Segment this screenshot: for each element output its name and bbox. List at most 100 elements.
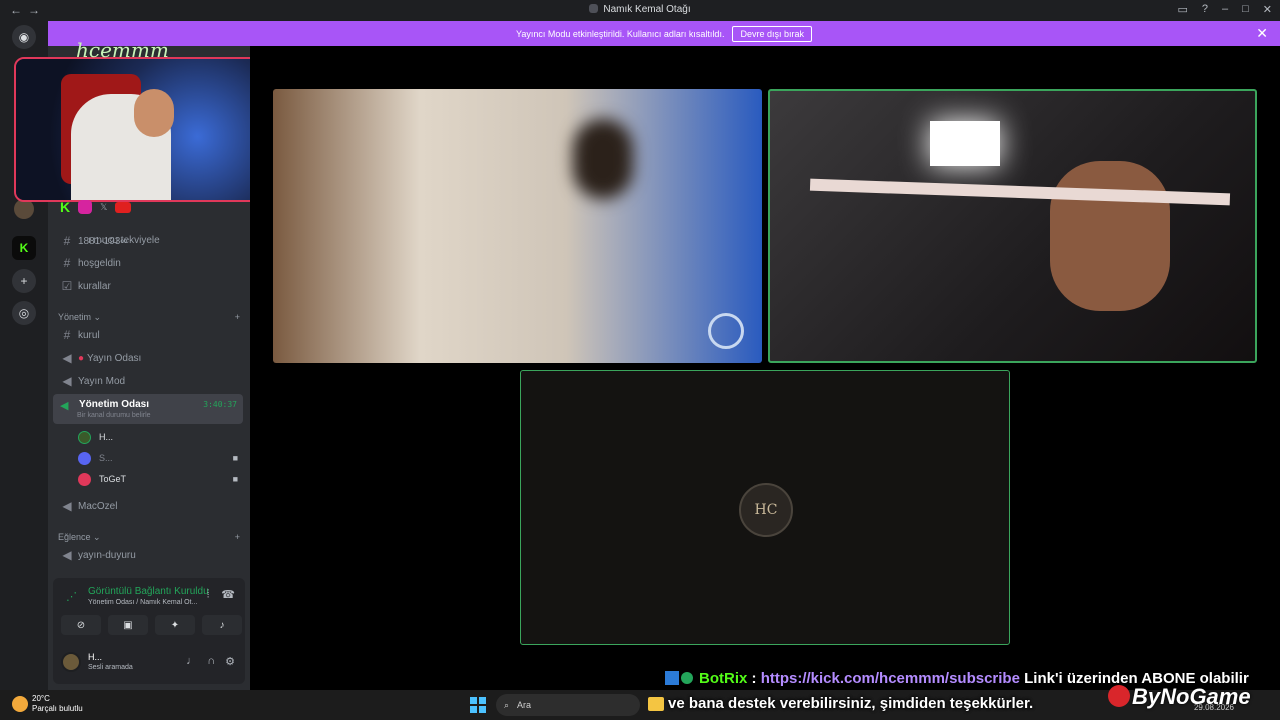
noise-suppression-icon[interactable]: ⦙ <box>207 588 209 601</box>
channel-yayin-mod[interactable]: ◀ Yayın Mod <box>60 371 242 391</box>
window-title: Namık Kemal Otağı <box>0 4 1280 15</box>
search-label: Ara <box>517 700 532 710</box>
camera-icon: ■ <box>232 453 238 463</box>
settings-gear-icon[interactable]: ⚙ <box>225 655 235 668</box>
channel-kurul[interactable]: # kurul <box>60 325 242 345</box>
overlay-line2: ve bana destek verebilirsiniz, şimdiden … <box>668 695 1034 712</box>
voice-user[interactable]: S... ■ <box>78 449 238 467</box>
motion-blur <box>573 119 633 199</box>
inbox-icon[interactable]: ▭ <box>1177 3 1187 16</box>
voice-panel-actions: ⦙ ☎ <box>207 588 235 601</box>
category-eglence[interactable]: Eğlence ⌄ + <box>58 532 240 543</box>
channel-macozel[interactable]: ◀ MacOzel <box>60 496 242 516</box>
signal-icon: ⋰ <box>66 591 77 603</box>
channel-yayin-odasi[interactable]: ◀ ● Yayın Odası <box>60 348 242 368</box>
server-icon-a[interactable] <box>14 199 34 219</box>
disable-button[interactable]: Devre dışı bırak <box>732 25 812 42</box>
avatar <box>78 451 91 465</box>
video-grid: HC <box>250 46 1280 690</box>
taskbar-search[interactable]: ⌕ Ara <box>496 694 640 716</box>
kick-badge-icon <box>665 671 679 685</box>
speaker-icon: ◀ <box>62 374 72 388</box>
camera-off-button[interactable]: ⊘ <box>61 615 101 635</box>
channel-status[interactable]: Bir kanal durumu belirle <box>77 412 151 419</box>
channel-yayin-duyuru[interactable]: ◀ yayın-duyuru <box>60 545 242 565</box>
hash-icon: # <box>63 234 71 248</box>
connection-server: / Namık Kemal Ot... <box>136 599 198 606</box>
server-icon <box>589 4 599 13</box>
window-controls: ▭ ? – □ ✕ <box>1177 3 1272 16</box>
category-yonetim[interactable]: Yönetim ⌄ + <box>58 312 240 323</box>
banner-text: Yayıncı Modu etkinleştirildi. Kullanıcı … <box>516 28 725 39</box>
video-tile-2[interactable] <box>768 89 1257 363</box>
banner-close-icon[interactable]: ✕ <box>1256 25 1268 42</box>
video-tile-1[interactable] <box>273 89 762 363</box>
monitor-light <box>930 121 1000 166</box>
separator: : <box>751 670 757 687</box>
help-icon[interactable]: ? <box>1202 3 1208 16</box>
search-icon: ⌕ <box>504 699 510 710</box>
channel-1881[interactable]: #1881-193∞ <box>60 231 242 251</box>
windows-start-icon[interactable] <box>470 697 486 713</box>
connection-status[interactable]: Görüntülü Bağlantı Kuruldu <box>88 586 209 597</box>
streamer-head <box>134 89 174 137</box>
light-streak <box>809 178 1231 206</box>
megaphone-icon: ◀ <box>62 548 72 562</box>
voice-user-name: H... <box>99 432 114 442</box>
user-status: Sesli aramada <box>88 664 133 671</box>
screen-share-button[interactable]: ▣ <box>108 615 148 635</box>
channel-label: hoşgeldin <box>78 257 121 269</box>
microphone-icon[interactable]: ♩ <box>186 655 197 668</box>
temperature: 20°C <box>32 694 50 703</box>
channel-label: MacOzel <box>78 500 118 512</box>
channel-hosgeldin[interactable]: # hoşgeldin <box>60 253 242 273</box>
channel-label: Yayın Odası <box>87 352 142 364</box>
video-tile-3[interactable]: HC <box>520 370 1010 645</box>
weather-widget[interactable]: 20°C Parçalı bulutlu <box>12 694 83 714</box>
hash-icon: # <box>63 328 71 342</box>
streamer-mode-banner: Yayıncı Modu etkinleştirildi. Kullanıcı … <box>48 21 1280 46</box>
watermark-icon <box>708 313 744 349</box>
hash-icon: # <box>63 256 71 270</box>
participant-face <box>1050 161 1170 311</box>
activities-button[interactable]: ✦ <box>155 615 195 635</box>
maximize-icon[interactable]: □ <box>1242 3 1249 16</box>
discover-icon[interactable]: ◎ <box>12 301 36 325</box>
discord-home-icon[interactable]: ◉ <box>12 25 36 49</box>
user-controls: ♩ ∩ ⚙ <box>186 655 235 668</box>
voice-user[interactable]: ToGeT ■ <box>78 470 238 488</box>
soundboard-button[interactable]: ♪ <box>202 615 242 635</box>
channel-label: kurallar <box>78 280 111 292</box>
social-icons: K 𝕏 <box>60 196 240 218</box>
youtube-icon <box>115 201 132 213</box>
weather-icon <box>12 696 28 712</box>
headphones-icon[interactable]: ∩ <box>207 655 215 668</box>
user-name: H... <box>88 652 103 662</box>
add-server-icon[interactable]: + <box>12 269 36 293</box>
file-explorer-icon[interactable] <box>648 697 664 711</box>
add-channel-icon[interactable]: + <box>235 532 240 543</box>
streamer-webcam-overlay <box>14 57 270 202</box>
channel-label: kurul <box>78 329 100 341</box>
active-voice-channel[interactable]: ◀ Yönetim Odası 3:40:37 Bir kanal durumu… <box>53 394 243 424</box>
weather-text: Parçalı bulutlu <box>32 704 83 713</box>
title-bar: ←→ Namık Kemal Otağı ▭ ? – □ ✕ <box>0 0 1280 21</box>
add-channel-icon[interactable]: + <box>235 312 240 323</box>
disconnect-icon[interactable]: ☎ <box>221 588 235 601</box>
voice-user-name: ToGeT <box>99 474 127 484</box>
user-avatar[interactable] <box>61 652 81 672</box>
bynogame-mark-icon <box>1108 685 1130 707</box>
avatar <box>78 472 91 486</box>
close-window-icon[interactable]: ✕ <box>1263 3 1272 16</box>
kick-server-icon[interactable]: K <box>12 236 36 260</box>
voice-user-name: S... <box>99 453 113 463</box>
voice-user[interactable]: H... <box>78 428 238 446</box>
bynogame-logo: ByNoGame <box>1108 684 1251 710</box>
channel-label: Yayın Mod <box>78 375 126 387</box>
speaker-icon: ◀ <box>62 351 72 365</box>
minimize-icon[interactable]: – <box>1222 3 1228 16</box>
channel-label: 1881-193∞ <box>78 235 128 247</box>
avatar <box>78 430 91 444</box>
brand-text: ByNoGame <box>1132 684 1251 709</box>
channel-kurallar[interactable]: ☑ kurallar <box>60 276 242 296</box>
